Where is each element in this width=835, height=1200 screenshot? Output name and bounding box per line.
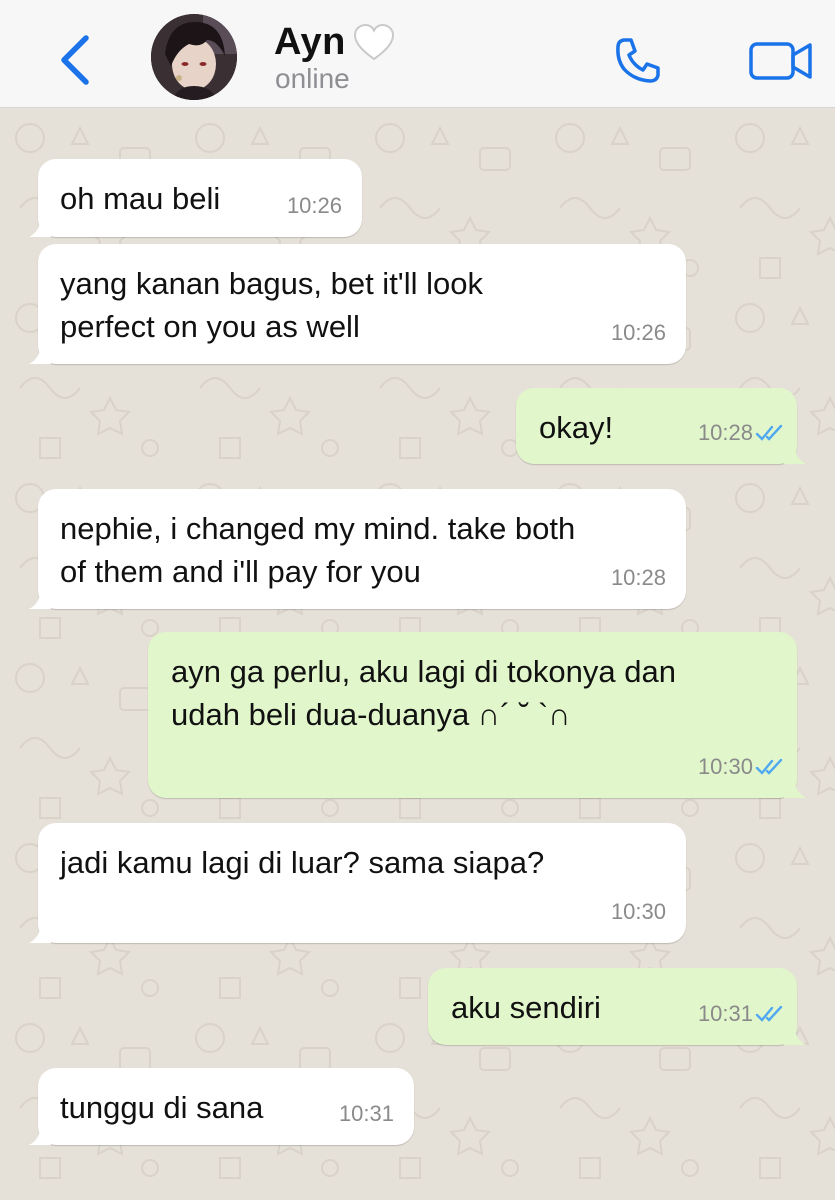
bubble-tail [29, 587, 51, 609]
message-bubble-outgoing[interactable]: ayn ga perlu, aku lagi di tokonya dan ud… [148, 632, 806, 798]
message-text: oh mau beli [60, 181, 221, 216]
message-time: 10:30 [610, 899, 666, 924]
bubble-tail [784, 776, 806, 798]
message-text: aku sendiri [451, 990, 601, 1025]
bubble-tail [784, 442, 806, 464]
message-meta: 10:28 [611, 556, 666, 599]
message-time: 10:28 [697, 420, 753, 445]
double-check-icon [755, 758, 783, 775]
message-meta: 10:26 [611, 311, 666, 354]
message-bubble-incoming[interactable]: yang kanan bagus, bet it'll look perfect… [29, 244, 686, 364]
video-call-button[interactable] [748, 40, 814, 82]
chevron-left-icon [61, 35, 89, 85]
contact-status: online [275, 63, 350, 94]
message-meta: 10:30 [611, 890, 666, 933]
bubble-tail [29, 921, 51, 943]
message-bubble-incoming[interactable]: tunggu di sana 10:31 [29, 1068, 414, 1145]
message-meta: 10:26 [287, 184, 342, 227]
message-text: tunggu di sana [60, 1090, 264, 1125]
contact-name: Ayn [274, 20, 346, 63]
contact-name-row[interactable]: Ayn [274, 20, 396, 64]
voice-call-button[interactable] [612, 36, 666, 86]
bubble-tail [784, 1023, 806, 1045]
message-bubble-incoming[interactable]: jadi kamu lagi di luar? sama siapa? 10:3… [29, 823, 686, 943]
message-time: 10:26 [610, 320, 666, 345]
message-bubble-incoming[interactable]: oh mau beli 10:26 [29, 159, 362, 237]
message-text: ayn ga perlu, aku lagi di tokonya dan ud… [171, 654, 676, 732]
bubble-tail [29, 1123, 51, 1145]
phone-icon [616, 38, 660, 83]
message-text: nephie, i changed my mind. take both of … [60, 511, 576, 589]
message-bubble-outgoing[interactable]: okay! 10:28 [516, 388, 806, 464]
message-text: yang kanan bagus, bet it'll look perfect… [60, 266, 483, 344]
bubble-tail [29, 342, 51, 364]
chat-header: Ayn online [0, 0, 835, 108]
message-meta: 10:31 [339, 1092, 394, 1135]
message-time: 10:31 [338, 1101, 394, 1126]
message-meta: 10:31 [698, 992, 785, 1035]
white-heart-icon [353, 23, 394, 61]
avatar[interactable] [151, 14, 237, 100]
message-time: 10:26 [286, 193, 342, 218]
message-time: 10:28 [610, 565, 666, 590]
bubble-tail [29, 215, 51, 237]
video-camera-icon [749, 42, 812, 80]
double-check-icon [755, 424, 783, 441]
message-time: 10:31 [697, 1001, 753, 1026]
back-button[interactable] [52, 32, 100, 88]
message-text: okay! [539, 410, 614, 445]
chat-area[interactable]: oh mau beli 10:26 yang kanan bagus, bet … [0, 108, 835, 1200]
message-time: 10:30 [697, 754, 753, 779]
message-bubble-incoming[interactable]: nephie, i changed my mind. take both of … [29, 489, 686, 609]
message-meta: 10:30 [698, 745, 785, 788]
avatar-image [151, 14, 237, 100]
message-bubble-outgoing[interactable]: aku sendiri 10:31 [428, 968, 806, 1045]
message-text: jadi kamu lagi di luar? sama siapa? [60, 845, 545, 880]
message-meta: 10:28 [698, 411, 785, 454]
double-check-icon [755, 1005, 783, 1022]
